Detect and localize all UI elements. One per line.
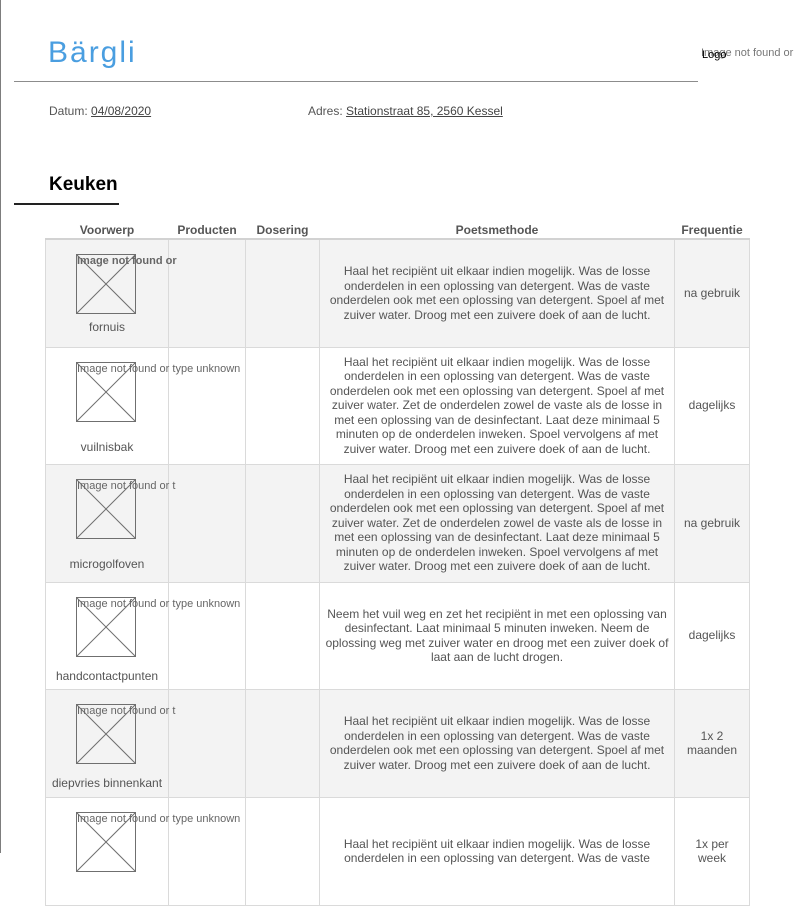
frequency-cell: na gebruik (674, 238, 750, 348)
table-header-row: Voorwerp Producten Dosering Poetsmethode… (45, 222, 750, 240)
date-field: Datum: 04/08/2020 (49, 104, 151, 118)
method-cell: Haal het recipiënt uit elkaar indien mog… (319, 463, 675, 583)
products-cell (168, 688, 246, 798)
date-label: Datum: (49, 104, 88, 118)
frequency-cell: na gebruik (674, 463, 750, 583)
cleaning-table: Voorwerp Producten Dosering Poetsmethode… (45, 222, 750, 906)
address-field: Adres: Stationstraat 85, 2560 Kessel (308, 104, 503, 118)
method-cell: Haal het recipiënt uit elkaar indien mog… (319, 796, 675, 906)
address-value: Stationstraat 85, 2560 Kessel (346, 104, 503, 118)
dosage-cell (245, 688, 320, 798)
frequency-cell: dagelijks (674, 581, 750, 690)
products-cell (168, 463, 246, 583)
broken-image-text: Image not found or type unknown (77, 812, 241, 825)
column-header: Producten (168, 222, 246, 240)
brand-title: Bärgli (48, 36, 137, 69)
item-name: microgolfoven (69, 556, 145, 571)
table-row: Image not found or type unknown handcont… (45, 581, 750, 690)
item-cell: Image not found or fornuis (45, 238, 177, 348)
broken-image-text: Image not found or t (77, 479, 176, 492)
section-title: Keuken (49, 174, 118, 195)
table-row: Image not found or t microgolfoven Haal … (45, 463, 750, 583)
address-label: Adres: (308, 104, 343, 118)
dosage-cell (245, 238, 320, 348)
table-row: Image not found or type unknown vuilnisb… (45, 346, 750, 465)
item-name: fornuis (88, 320, 126, 334)
page-left-border (0, 0, 1, 853)
item-cell: Image not found or type unknown (45, 796, 240, 906)
dosage-cell (245, 346, 320, 465)
item-cell: Image not found or type unknown vuilnisb… (45, 346, 240, 465)
method-cell: Haal het recipiënt uit elkaar indien mog… (319, 688, 675, 798)
logo-image: Image not found or Logo (701, 46, 795, 66)
broken-image-text: Image not found or (77, 255, 177, 267)
table-row: Image not found or t diepvries binnenkan… (45, 688, 750, 798)
column-header: Voorwerp (45, 222, 169, 240)
logo-alt-text: Logo (702, 49, 727, 61)
item-name: diepvries binnenkant (51, 775, 163, 790)
frequency-cell: 1x 2 maanden (674, 688, 750, 798)
broken-image-text: Image not found or type unknown (77, 597, 241, 610)
section-underline (14, 203, 119, 205)
products-cell (168, 238, 246, 348)
broken-image-text: Image not found or type unknown (77, 362, 241, 375)
column-header: Frequentie (674, 222, 750, 240)
item-cell: Image not found or type unknown handcont… (45, 581, 240, 690)
header-divider (14, 81, 698, 82)
column-header: Dosering (245, 222, 320, 240)
table-row: Image not found or fornuis Haal het reci… (45, 238, 750, 348)
frequency-cell: dagelijks (674, 346, 750, 465)
dosage-cell (245, 463, 320, 583)
broken-image-text: Image not found or t (77, 704, 176, 717)
dosage-cell (245, 581, 320, 690)
item-cell: Image not found or t microgolfoven (45, 463, 175, 583)
item-name: handcontactpunten (55, 668, 159, 683)
item-cell: Image not found or t diepvries binnenkan… (45, 688, 175, 798)
dosage-cell (245, 796, 320, 906)
item-name: vuilnisbak (80, 439, 134, 454)
table-row: Image not found or type unknown Haal het… (45, 796, 750, 906)
frequency-cell: 1x per week (674, 796, 750, 906)
method-cell: Neem het vuil weg en zet het recipiënt i… (319, 581, 675, 690)
method-cell: Haal het recipiënt uit elkaar indien mog… (319, 238, 675, 348)
date-value: 04/08/2020 (91, 104, 152, 118)
method-cell: Haal het recipiënt uit elkaar indien mog… (319, 346, 675, 465)
column-header: Poetsmethode (319, 222, 675, 240)
